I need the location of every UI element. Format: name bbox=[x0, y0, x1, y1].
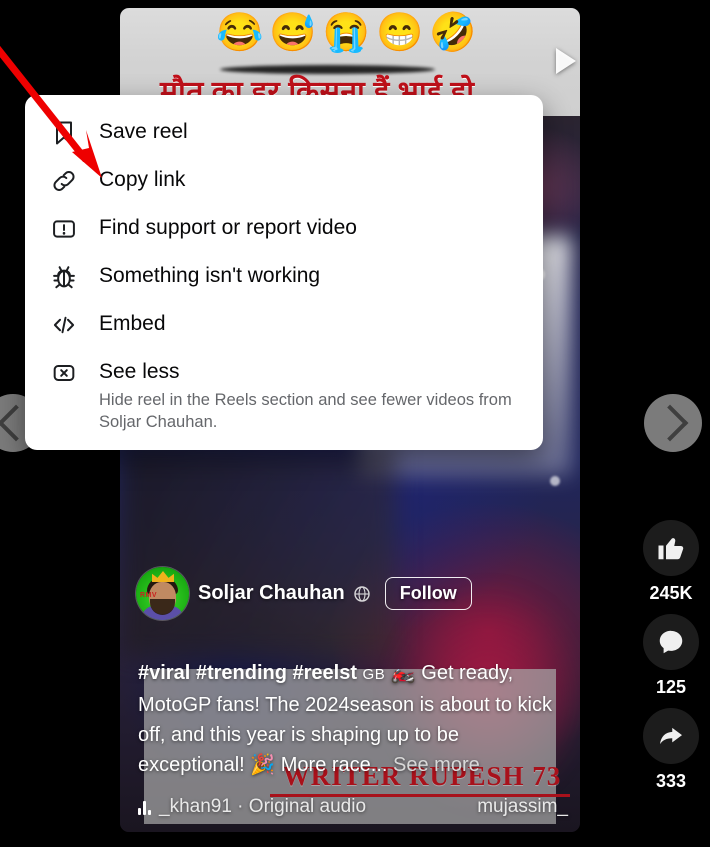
menu-label: Something isn't working bbox=[99, 264, 321, 287]
menu-item-find-support[interactable]: Find support or report video bbox=[25, 205, 543, 253]
globe-icon bbox=[354, 585, 370, 602]
emoji-sticker-row: 😂 😅 😭 😁 🤣 bbox=[216, 14, 477, 52]
emoji-3: 😁 bbox=[375, 12, 424, 54]
audio-title: _khan91 · Original audio bbox=[159, 796, 367, 817]
bookmark-icon bbox=[47, 116, 81, 150]
avatar-crown bbox=[152, 571, 174, 582]
reel-options-menu: Save reel Copy link Find support or repo… bbox=[25, 95, 543, 450]
follow-button[interactable]: Follow bbox=[384, 577, 472, 610]
avatar-badge-text: RMV bbox=[140, 592, 158, 599]
menu-item-something-isnt-working[interactable]: Something isn't working bbox=[25, 253, 543, 301]
menu-label: Save reel bbox=[99, 120, 188, 143]
screen-root: 😂 😅 😭 😁 🤣 मौत का हर किसना हैं भाई हो WRI… bbox=[0, 0, 710, 847]
author-name[interactable]: Soljar Chauhan bbox=[198, 582, 345, 605]
link-icon bbox=[47, 164, 81, 198]
comment-button[interactable] bbox=[643, 614, 699, 670]
comment-bubble-icon bbox=[659, 630, 683, 654]
comment-action[interactable]: 125 bbox=[643, 614, 699, 698]
caption-party-emoji: 🎉 bbox=[250, 754, 276, 776]
menu-sublabel: Hide reel in the Reels section and see f… bbox=[99, 391, 512, 431]
like-action[interactable]: 245K bbox=[643, 520, 699, 604]
audio-attribution-row[interactable]: _khan91 · Original audio mujassim_ bbox=[138, 796, 568, 818]
emoji-1: 😅 bbox=[269, 12, 317, 54]
caption-bike-emoji: 🏍️ bbox=[390, 662, 416, 684]
menu-label: See less bbox=[99, 360, 180, 383]
share-action[interactable]: 333 bbox=[643, 708, 699, 792]
menu-item-save-reel[interactable]: Save reel bbox=[25, 109, 543, 157]
caption-small-caps: GB bbox=[362, 666, 386, 683]
menu-item-see-less[interactable]: See less Hide reel in the Reels section … bbox=[25, 349, 543, 440]
play-icon[interactable] bbox=[556, 48, 576, 74]
share-arrow-icon bbox=[660, 727, 682, 745]
menu-label: Embed bbox=[99, 312, 166, 335]
menu-label: Copy link bbox=[99, 168, 186, 191]
bug-icon bbox=[47, 260, 81, 294]
video-caption[interactable]: #viral #trending #reelst GB 🏍️ Get ready… bbox=[138, 658, 562, 780]
action-rail: 245K 125 333 bbox=[640, 520, 702, 792]
video-dark-band bbox=[120, 446, 396, 656]
caption-tail: More race... bbox=[275, 754, 388, 776]
like-button[interactable] bbox=[643, 520, 699, 576]
menu-label: Find support or report video bbox=[99, 216, 357, 239]
caption-hashtags: #viral #trending #reelst bbox=[138, 662, 357, 684]
thumbs-up-icon bbox=[658, 538, 684, 560]
like-count: 245K bbox=[649, 583, 693, 603]
exclamation-box-icon bbox=[47, 212, 81, 246]
menu-item-embed[interactable]: Embed bbox=[25, 301, 543, 349]
emoji-0: 😂 bbox=[216, 12, 264, 54]
next-reel-button[interactable] bbox=[644, 394, 702, 452]
author-row: RMV Soljar Chauhan Follow bbox=[136, 567, 472, 620]
avatar[interactable]: RMV bbox=[136, 567, 189, 620]
bokeh-dot bbox=[550, 476, 560, 486]
see-more-link[interactable]: See more bbox=[393, 754, 480, 776]
emoji-4: 🤣 bbox=[429, 12, 477, 54]
chevron-right-icon bbox=[651, 404, 689, 442]
audio-right-label: mujassim_ bbox=[477, 796, 568, 817]
emoji-2: 😭 bbox=[322, 12, 370, 54]
audio-wave-icon bbox=[138, 799, 151, 815]
share-count: 333 bbox=[655, 771, 687, 791]
menu-item-copy-link[interactable]: Copy link bbox=[25, 157, 543, 205]
close-box-icon bbox=[47, 356, 81, 390]
comment-count: 125 bbox=[655, 677, 687, 697]
share-button[interactable] bbox=[643, 708, 699, 764]
caption-line1: Get ready, bbox=[415, 662, 514, 684]
code-brackets-icon bbox=[47, 308, 81, 342]
